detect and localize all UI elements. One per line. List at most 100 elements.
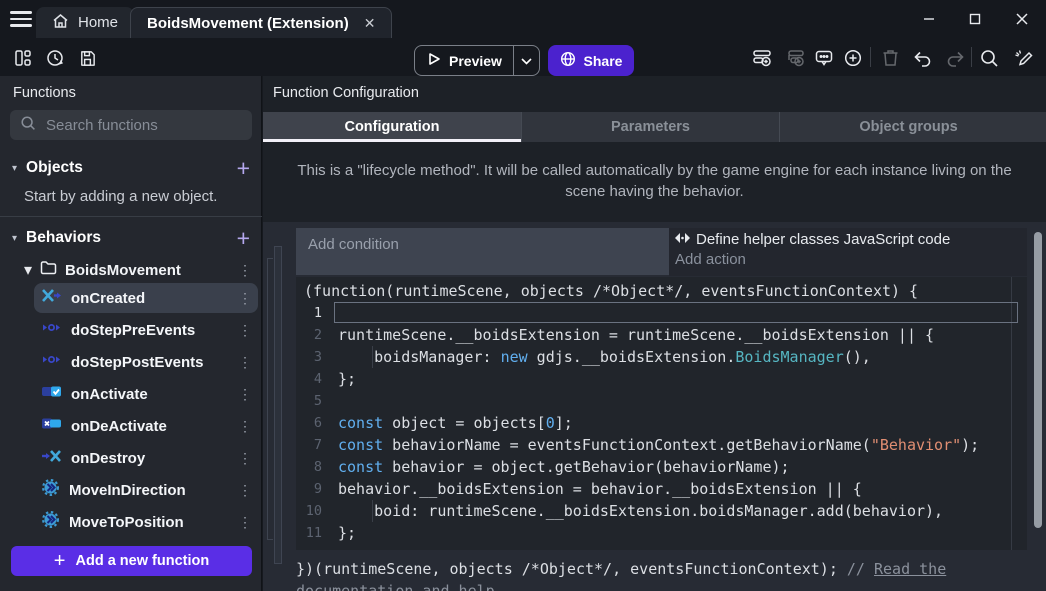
toolbar-divider <box>971 47 972 67</box>
code-line-8[interactable]: 8const behavior = object.getBehavior(beh… <box>296 456 1027 478</box>
function-item-label: MoveInDirection <box>69 482 228 499</box>
sidebar-title: Functions <box>0 76 261 101</box>
kebab-menu-icon[interactable]: ⋮ <box>238 262 250 279</box>
line-number: 8 <box>296 456 322 478</box>
js-code-icon <box>675 231 690 248</box>
function-item-MoveToPosition[interactable]: MoveToPosition ⋮ <box>34 507 258 537</box>
home-icon <box>52 13 69 33</box>
kebab-menu-icon[interactable]: ⋮ <box>238 290 250 307</box>
add-event-icon[interactable] <box>751 47 773 69</box>
undo-icon[interactable] <box>911 47 933 69</box>
gdevelop-window: Home BoidsMovement (Extension) ✕ Preview <box>0 0 1046 591</box>
delete-icon[interactable] <box>879 47 901 69</box>
step-icon <box>42 321 61 339</box>
function-item-onCreated[interactable]: onCreated⋮ <box>34 283 258 313</box>
project-manager-menu-icon[interactable] <box>10 11 32 27</box>
js-code-editor[interactable]: (function(runtimeScene, objects /*Object… <box>296 277 1027 550</box>
function-item-onActivate[interactable]: onActivate⋮ <box>34 379 258 409</box>
kebab-menu-icon[interactable]: ⋮ <box>238 418 250 435</box>
window-close-button[interactable] <box>1007 0 1037 38</box>
preview-options-dropdown[interactable] <box>513 46 539 75</box>
code-line-7[interactable]: 7const behaviorName = eventsFunctionCont… <box>296 434 1027 456</box>
add-subevent-icon[interactable] <box>784 47 806 69</box>
panel-title: Function Configuration <box>263 76 1046 101</box>
code-text: const behaviorName = eventsFunctionConte… <box>322 434 979 456</box>
add-function-label: Add a new function <box>75 553 209 569</box>
event-drag-handle[interactable] <box>274 246 282 564</box>
kebab-menu-icon[interactable]: ⋮ <box>238 386 250 403</box>
behavior-folder-label: BoidsMovement <box>65 262 230 279</box>
search-functions-input[interactable] <box>46 117 226 134</box>
behavior-folder-row[interactable]: ▾ BoidsMovement ⋮ <box>0 256 262 284</box>
code-line-6[interactable]: 6const object = objects[0]; <box>296 412 1027 434</box>
tab-configuration[interactable]: Configuration <box>263 112 521 142</box>
functions-list: onCreated⋮doStepPreEvents⋮doStepPostEven… <box>34 283 258 539</box>
line-number: 5 <box>296 390 322 412</box>
code-line-2[interactable]: 2runtimeScene.__boidsExtension = runtime… <box>296 324 1027 346</box>
chevron-down-icon: ▾ <box>24 260 32 280</box>
open-project-manager-icon[interactable] <box>12 47 34 69</box>
preview-button[interactable]: Preview <box>414 45 540 76</box>
step-icon <box>42 353 61 371</box>
line-number: 1 <box>296 302 322 324</box>
tab-home[interactable]: Home <box>36 7 134 38</box>
kebab-menu-icon[interactable]: ⋮ <box>238 482 250 499</box>
add-object-button[interactable]: + <box>237 158 250 178</box>
redo-icon[interactable] <box>944 47 966 69</box>
plus-icon: + <box>54 550 66 573</box>
edit-settings-icon[interactable] <box>1012 47 1034 69</box>
add-function-button[interactable]: + Add a new function <box>11 546 252 576</box>
function-item-label: MoveToPosition <box>69 514 228 531</box>
events-sheet: Add condition Define helper classes Java… <box>263 222 1046 591</box>
function-item-onDestroy[interactable]: onDestroy ⋮ <box>34 443 258 473</box>
activate-icon <box>42 385 61 403</box>
save-icon[interactable] <box>76 47 98 69</box>
js-code-event-title[interactable]: Define helper classes JavaScript code <box>669 228 1027 248</box>
function-item-label: onDestroy <box>71 450 228 467</box>
tab-parameters[interactable]: Parameters <box>521 112 779 142</box>
search-events-icon[interactable] <box>978 47 1000 69</box>
add-behavior-button[interactable]: + <box>237 228 250 248</box>
function-item-MoveInDirection[interactable]: MoveInDirection ⋮ <box>34 475 258 505</box>
code-line-3[interactable]: 3 boidsManager: new gdjs.__boidsExtensio… <box>296 346 1027 368</box>
tab-extension[interactable]: BoidsMovement (Extension) ✕ <box>130 7 392 38</box>
function-item-doStepPostEvents[interactable]: doStepPostEvents⋮ <box>34 347 258 377</box>
add-action-button[interactable]: Add action <box>669 248 1027 268</box>
kebab-menu-icon[interactable]: ⋮ <box>238 322 250 339</box>
code-line-4[interactable]: 4}; <box>296 368 1027 390</box>
tab-object-groups[interactable]: Object groups <box>779 112 1037 142</box>
functions-sidebar: Functions ▾ Objects + Start by adding a … <box>0 76 262 591</box>
kebab-menu-icon[interactable]: ⋮ <box>238 354 250 371</box>
objects-empty-hint: Start by adding a new object. <box>24 188 217 205</box>
code-line-9[interactable]: 9behavior.__boidsExtension = behavior.__… <box>296 478 1027 500</box>
line-number: 3 <box>296 346 322 368</box>
search-functions-box[interactable] <box>10 110 252 140</box>
function-item-label: onDeActivate <box>71 418 228 435</box>
tab-close-icon[interactable]: ✕ <box>364 15 376 32</box>
code-line-5[interactable]: 5 <box>296 390 1027 412</box>
play-icon <box>427 52 441 69</box>
add-condition-button[interactable]: Add condition <box>296 228 669 275</box>
lifecycle-method-description: This is a "lifecycle method". It will be… <box>263 160 1046 202</box>
choose-event-icon[interactable] <box>842 47 864 69</box>
events-scrollbar-thumb[interactable] <box>1034 232 1042 528</box>
chevron-down-icon[interactable]: ▾ <box>12 163 17 174</box>
line-number: 10 <box>296 500 322 522</box>
window-minimize-button[interactable] <box>914 0 944 38</box>
kebab-menu-icon[interactable]: ⋮ <box>238 514 250 531</box>
add-comment-icon[interactable] <box>813 47 835 69</box>
globe-icon <box>560 51 576 70</box>
code-line-11[interactable]: 11}; <box>296 522 1027 544</box>
code-text: boid: runtimeScene.__boidsExtension.boid… <box>322 500 943 522</box>
version-history-icon[interactable] <box>44 47 66 69</box>
window-maximize-button[interactable] <box>960 0 990 38</box>
function-item-doStepPreEvents[interactable]: doStepPreEvents⋮ <box>34 315 258 345</box>
behaviors-section-header: ▾ Behaviors + <box>0 224 262 252</box>
kebab-menu-icon[interactable]: ⋮ <box>238 450 250 467</box>
function-item-onDeActivate[interactable]: onDeActivate ⋮ <box>34 411 258 441</box>
share-button[interactable]: Share <box>548 45 634 76</box>
code-line-10[interactable]: 10 boid: runtimeScene.__boidsExtension.b… <box>296 500 1027 522</box>
objects-header-label: Objects <box>26 159 228 177</box>
tab-extension-label: BoidsMovement (Extension) <box>147 15 349 32</box>
chevron-down-icon[interactable]: ▾ <box>12 233 17 244</box>
